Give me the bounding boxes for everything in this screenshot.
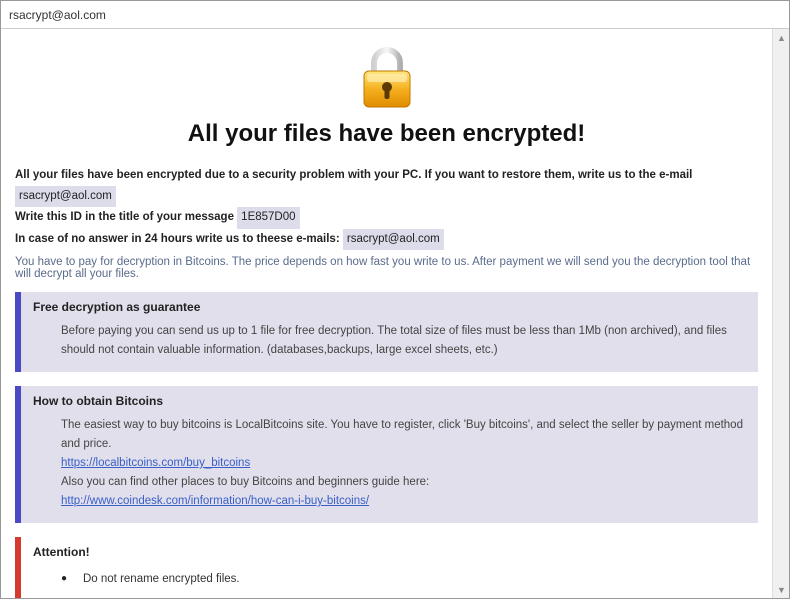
titlebar[interactable]: rsacrypt@aol.com: [1, 1, 789, 29]
email-highlight-1: rsacrypt@aol.com: [15, 186, 116, 208]
obtain-title: How to obtain Bitcoins: [33, 394, 746, 408]
intro-text-1: All your files have been encrypted due t…: [15, 169, 692, 181]
window-title: rsacrypt@aol.com: [9, 8, 106, 22]
intro-line-3: In case of no answer in 24 hours write u…: [15, 229, 758, 251]
localbitcoins-link[interactable]: https://localbitcoins.com/buy_bitcoins: [61, 457, 250, 469]
intro-text-2: Write this ID in the title of your messa…: [15, 211, 234, 223]
email-highlight-2: rsacrypt@aol.com: [343, 229, 444, 251]
intro-line-2: Write this ID in the title of your messa…: [15, 207, 758, 229]
guarantee-body: Before paying you can send us up to 1 fi…: [33, 322, 746, 360]
scroll-up-icon[interactable]: ▲: [773, 29, 789, 46]
id-highlight: 1E857D00: [237, 207, 299, 229]
intro-text-3: In case of no answer in 24 hours write u…: [15, 233, 340, 245]
vertical-scrollbar[interactable]: ▲ ▼: [772, 29, 789, 598]
attention-item: Do not try to decrypt your data using th…: [61, 592, 746, 598]
content-wrapper: All your files have been encrypted! All …: [1, 29, 789, 598]
content: All your files have been encrypted! All …: [1, 29, 772, 598]
obtain-text-1: The easiest way to buy bitcoins is Local…: [61, 416, 746, 454]
coindesk-link[interactable]: http://www.coindesk.com/information/how-…: [61, 495, 369, 507]
attention-title: Attention!: [33, 545, 746, 559]
attention-section: Attention! Do not rename encrypted files…: [15, 537, 758, 598]
guarantee-section: Free decryption as guarantee Before payi…: [15, 292, 758, 372]
obtain-text-2: Also you can find other places to buy Bi…: [61, 473, 746, 492]
attention-item: Do not rename encrypted files.: [61, 567, 746, 592]
intro-line-1: All your files have been encrypted due t…: [15, 166, 758, 207]
page-heading: All your files have been encrypted!: [15, 120, 758, 148]
scroll-down-icon[interactable]: ▼: [773, 581, 789, 598]
attention-list: Do not rename encrypted files. Do not tr…: [33, 567, 746, 598]
guarantee-title: Free decryption as guarantee: [33, 300, 746, 314]
intro-block: All your files have been encrypted due t…: [15, 166, 758, 250]
ransom-window: rsacrypt@aol.com: [0, 0, 790, 599]
lock-container: [15, 47, 758, 114]
obtain-section: How to obtain Bitcoins The easiest way t…: [15, 386, 758, 523]
obtain-body: The easiest way to buy bitcoins is Local…: [33, 416, 746, 511]
payment-line: You have to pay for decryption in Bitcoi…: [15, 256, 758, 280]
lock-icon: [358, 47, 416, 114]
